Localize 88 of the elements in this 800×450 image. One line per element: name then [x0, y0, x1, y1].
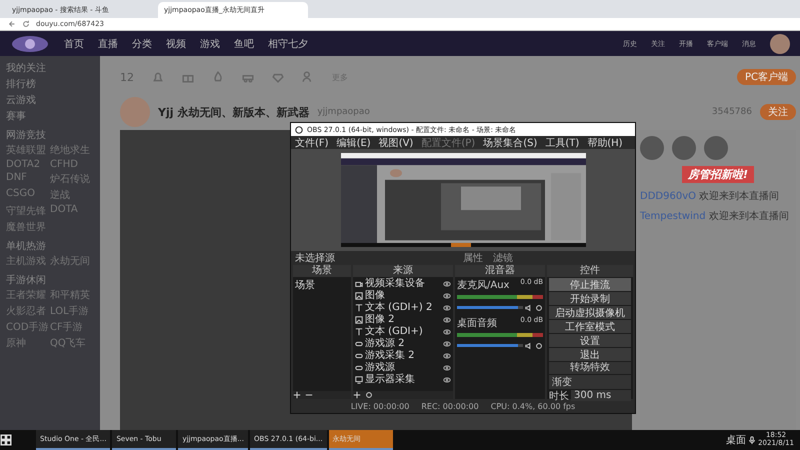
transition-select[interactable]: 渐变	[549, 375, 631, 389]
image-icon	[355, 292, 363, 300]
dock-title: 来源	[353, 265, 453, 277]
dock-title: 转场特效	[549, 362, 631, 374]
status-text: LIVE: 00:00:00	[350, 402, 410, 410]
menu-item[interactable]: 视图(V)	[378, 136, 414, 150]
chat-message: DDD960vO 欢迎来到本直播间	[640, 190, 780, 203]
section-title: 单机热游	[6, 240, 47, 253]
filters-button[interactable]: 滤镜	[493, 251, 513, 265]
follow-button[interactable]: 关注	[760, 104, 796, 120]
user-avatar[interactable]	[770, 34, 790, 54]
diamond-icon	[272, 71, 284, 83]
eye-icon	[443, 328, 451, 336]
source-item[interactable]: 游戏源	[365, 362, 441, 373]
monitor-icon	[355, 376, 363, 384]
audio-channel-name: 桌面音频	[457, 316, 497, 330]
nav-link[interactable]: 相守七夕	[268, 36, 308, 50]
properties-button[interactable]: 属性	[463, 251, 483, 265]
scene-item[interactable]: 场景	[295, 278, 349, 292]
text-icon	[355, 328, 363, 336]
eye-icon	[443, 364, 451, 372]
nav-link[interactable]: 鱼吧	[234, 36, 254, 50]
text-icon	[355, 304, 363, 312]
eye-icon	[443, 304, 451, 312]
bell-icon	[152, 71, 164, 83]
logo-icon	[10, 34, 50, 54]
nav-link[interactable]: 游戏	[200, 36, 220, 50]
status-text: CPU: 0.4%, 60.00 fps	[490, 402, 576, 410]
source-item[interactable]: 文本 (GDI+)	[365, 326, 441, 337]
eye-icon	[443, 280, 451, 288]
menu-item[interactable]: 场景集合(S)	[483, 136, 538, 150]
desktop-toolbar[interactable]: 桌面	[726, 433, 746, 447]
camera-icon	[355, 280, 363, 288]
add-icon	[293, 391, 301, 399]
eye-icon	[443, 292, 451, 300]
eye-icon	[443, 316, 451, 324]
section-title: 网游竞技	[6, 128, 47, 142]
menu-item[interactable]: 文件(F)	[295, 136, 329, 150]
no-source-label: 未选择源	[295, 252, 335, 264]
streamer-avatar	[120, 97, 150, 127]
promo-banner[interactable]: 房管招新啦!	[682, 166, 754, 183]
control-button[interactable]: 启动虚拟摄像机	[549, 306, 631, 319]
duration-label: 时长	[549, 390, 569, 402]
source-item[interactable]: 文本 (GDI+) 2	[365, 302, 441, 313]
menu-item[interactable]: 编辑(E)	[336, 136, 371, 150]
source-item[interactable]: 图像	[365, 290, 441, 301]
section-title: 手游休闲	[6, 274, 47, 287]
speaker-icon	[525, 342, 533, 350]
image-icon	[355, 316, 363, 324]
dock-title: 场景	[293, 265, 351, 277]
audio-channel-name: 麦克风/Aux	[457, 278, 510, 292]
microphone-icon	[748, 436, 756, 444]
control-button[interactable]: 停止推流	[549, 278, 631, 291]
dock-title: 混音器	[455, 265, 545, 277]
source-item[interactable]: 视频采集设备	[365, 278, 441, 289]
anchor-avatar[interactable]	[704, 136, 728, 160]
source-item[interactable]: 显示器采集	[365, 374, 441, 385]
back-icon	[8, 20, 16, 28]
control-button[interactable]: 工作室模式	[549, 320, 631, 333]
dock-title: 控件	[547, 265, 633, 277]
eye-icon	[443, 340, 451, 348]
room-title: Yjj 永劫无间、新版本、新武器	[158, 104, 310, 120]
add-icon	[353, 391, 361, 399]
control-button[interactable]: 设置	[549, 334, 631, 347]
anchor-avatar[interactable]	[672, 136, 696, 160]
control-button[interactable]: 开始录制	[549, 292, 631, 305]
source-item[interactable]: 图像 2	[365, 314, 441, 325]
anchor-avatar[interactable]	[640, 136, 664, 160]
duration-field[interactable]: 300 ms	[571, 390, 631, 401]
source-item[interactable]: 游戏采集 2	[365, 350, 441, 361]
nav-link[interactable]: 直播	[98, 36, 118, 50]
menu-item[interactable]: 工具(T)	[545, 136, 580, 150]
speaker-icon	[525, 304, 533, 312]
people-icon	[302, 71, 314, 83]
app-icon	[295, 126, 303, 134]
nav-link[interactable]: 视频	[166, 36, 186, 50]
status-text: REC: 00:00:00	[421, 402, 479, 410]
windows-icon	[0, 434, 12, 446]
menu-item[interactable]: 帮助(H)	[587, 136, 623, 150]
nav-link[interactable]: 首页	[64, 36, 84, 50]
eye-icon	[443, 352, 451, 360]
chat-message: Tempestwind 欢迎来到本直播间	[640, 210, 790, 223]
control-button[interactable]: 退出	[549, 348, 631, 361]
eye-icon	[443, 376, 451, 384]
pc-client-button[interactable]: PC客户端	[736, 69, 796, 85]
nav-link[interactable]: 分类	[132, 36, 152, 50]
source-item[interactable]: 游戏源 2	[365, 338, 441, 349]
reload-icon	[22, 20, 30, 28]
